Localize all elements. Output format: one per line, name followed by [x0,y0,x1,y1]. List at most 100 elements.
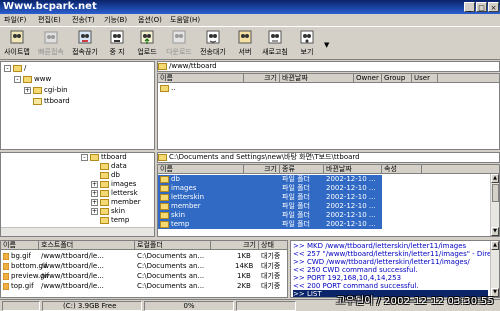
minimize-button[interactable]: _ [464,2,475,12]
refresh-button[interactable]: 새로고침 [260,29,290,59]
upload-button[interactable]: 업로드 [132,29,162,59]
list-item[interactable]: temp 파일 폴더 2002-12-10 ... [158,220,382,229]
parent-folder-icon [160,84,169,92]
table-row[interactable]: preview.gif /www/ttboard/le... C:\Docume… [1,272,287,281]
tree-item-lettersk[interactable]: + lettersk [91,189,138,197]
log-line: << 257 "/www/ttboard/letterskin/letter11… [293,250,496,258]
column-header-name[interactable]: 이름 [158,74,244,83]
remote-path-bar[interactable]: /www/ttboard [157,61,500,72]
maximize-button[interactable]: □ [476,2,487,12]
collapse-icon[interactable]: - [4,64,11,72]
list-item[interactable]: .. [160,84,175,93]
folder-icon [160,211,169,219]
view-button[interactable]: 보기 [292,29,322,59]
tree-horizontal-scrollbar[interactable] [1,227,154,236]
column-header-size[interactable]: 크기 [244,74,280,83]
menu-help[interactable]: 도움말(H) [170,15,200,25]
menu-transfer[interactable]: 전송(T) [72,15,95,25]
ftp-log-panel[interactable]: >> MKD /www/ttboard/letterskin/letter11/… [290,240,500,298]
tree-item-skin[interactable]: + skin [91,207,125,215]
column-header-name[interactable]: 이름 [1,241,39,250]
remote-list-header: 이름 크기 바뀐날짜 Owner Group User [158,74,499,83]
window-title: Www.bcpark.net [3,1,97,12]
column-header-owner[interactable]: Owner [354,74,382,83]
column-header-user[interactable]: User [412,74,438,83]
local-path-bar[interactable]: C:\Documents and Settings\new\바탕 화면\T보드\… [157,152,500,163]
column-header-name[interactable]: 이름 [158,165,244,174]
view-dropdown-arrow-icon[interactable]: ▼ [324,41,329,49]
quick-connect-button[interactable]: 빠른접속 [36,29,66,59]
tree-item-www[interactable]: - www [14,75,51,83]
queue-button[interactable]: 전송대기 [198,29,228,59]
list-item[interactable]: letterskin 파일 폴더 2002-12-10 ... [158,193,382,202]
tree-item-cgi-bin[interactable]: + cgi-bin [24,86,68,94]
list-item[interactable]: images 파일 폴더 2002-12-10 ... [158,184,382,193]
refresh-icon [268,30,282,44]
tree-item-temp[interactable]: temp [100,216,129,224]
expand-icon[interactable]: + [91,189,98,197]
column-header-host-folder[interactable]: 호스트폴더 [39,241,135,250]
column-header-status[interactable]: 상태 [259,241,287,250]
remote-folder-tree[interactable]: - / - www + cgi-bin ttboard [0,61,155,150]
download-button[interactable]: 다운로드 [164,29,194,59]
expand-icon[interactable]: + [91,180,98,188]
local-list-scrollbar[interactable]: ▲ ▼ [490,174,499,236]
view-label: 보기 [300,48,314,56]
toolbar: 사이트맵 빠른접속 접속끊기 중 지 업로드 다운로드 전송대기 서버 새로고침… [0,26,500,60]
folder-icon [160,175,169,183]
local-file-list[interactable]: 이름 크기 종류 바뀐날짜 속성 db 파일 폴더 2002-12-10 ...… [157,164,500,237]
tree-item-ttboard[interactable]: ttboard [33,97,70,105]
transfer-queue-list[interactable]: 이름 호스트폴더 로컬폴더 크기 상태 bg.gif /www/ttboard/… [0,240,288,298]
scroll-down-icon[interactable]: ▼ [491,227,499,236]
list-item[interactable]: member 파일 폴더 2002-12-10 ... [158,202,382,211]
scroll-thumb[interactable] [492,184,499,202]
local-list-header: 이름 크기 종류 바뀐날짜 속성 [158,165,499,174]
expand-icon[interactable]: + [91,207,98,215]
tree-item-member[interactable]: + member [91,198,141,206]
column-header-size[interactable]: 크기 [211,241,259,250]
collapse-icon[interactable]: - [81,153,88,161]
scroll-up-icon[interactable]: ▲ [491,174,499,183]
list-item[interactable]: skin 파일 폴더 2002-12-10 ... [158,211,382,220]
folder-icon [100,207,109,215]
list-item[interactable]: db 파일 폴더 2002-12-10 ... [158,175,382,184]
collapse-icon[interactable]: - [14,75,21,83]
column-header-attributes[interactable]: 속성 [382,165,422,174]
table-row[interactable]: top.gif /www/ttboard/le... C:\Documents … [1,282,287,291]
local-file-panel: C:\Documents and Settings\new\바탕 화면\T보드\… [157,152,500,237]
folder-icon [100,171,109,179]
local-folder-tree[interactable]: - ttboard data db + images + lettersk + memb… [0,152,155,237]
tree-item-root[interactable]: - / [4,64,26,72]
column-header-local-folder[interactable]: 로컬폴더 [135,241,211,250]
download-label: 다운로드 [166,48,192,56]
table-row[interactable]: bottom.gif /www/ttboard/le... C:\Documen… [1,262,287,271]
upload-icon [140,30,154,44]
site-map-button[interactable]: 사이트맵 [2,29,32,59]
menu-file[interactable]: 파일(F) [4,15,26,25]
expand-icon[interactable]: + [91,198,98,206]
column-header-size[interactable]: 크기 [244,165,280,174]
tree-item-images[interactable]: + images [91,180,136,188]
column-header-group[interactable]: Group [382,74,412,83]
folder-icon [100,180,109,188]
disconnect-icon [78,30,92,44]
column-header-type[interactable]: 종류 [280,165,324,174]
menu-edit[interactable]: 편집(E) [38,15,61,25]
close-button[interactable]: × [488,2,499,12]
column-header-date[interactable]: 바뀐날짜 [324,165,382,174]
log-scrollbar[interactable]: ▲ ▼ [490,241,499,297]
remote-file-list[interactable]: 이름 크기 바뀐날짜 Owner Group User .. [157,73,500,150]
folder-icon [158,153,167,161]
menu-function[interactable]: 기능(B) [104,15,127,25]
title-bar[interactable]: Www.bcpark.net _ □ × [0,0,500,14]
column-header-date[interactable]: 바뀐날짜 [280,74,354,83]
tree-item-db[interactable]: db [100,171,120,179]
table-row[interactable]: bg.gif /www/ttboard/le... C:\Documents a… [1,252,287,261]
gif-file-icon [3,252,9,260]
tree-item-ttboard[interactable]: - ttboard [81,153,127,161]
menu-options[interactable]: 옵션(O) [138,15,162,25]
scroll-up-icon[interactable]: ▲ [491,241,499,250]
disconnect-button[interactable]: 접속끊기 [70,29,100,59]
tree-item-data[interactable]: data [100,162,127,170]
expand-icon[interactable]: + [24,86,31,94]
